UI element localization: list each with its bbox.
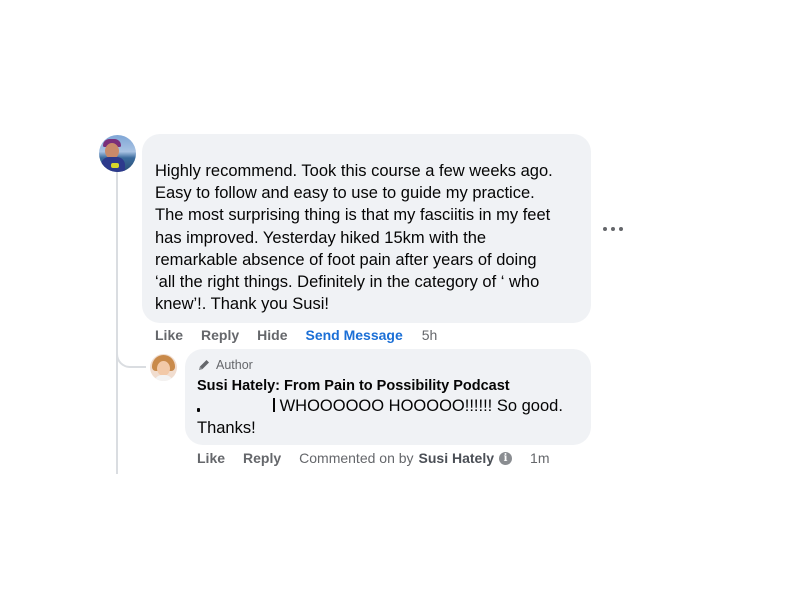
reply-actions: Like Reply Commented on by Susi Hately i… (197, 449, 549, 467)
reply-button[interactable]: Reply (201, 327, 239, 343)
dot (619, 227, 623, 231)
like-button[interactable]: Like (155, 327, 183, 343)
dot (611, 227, 615, 231)
comment-bubble: Highly recommend. Took this course a few… (142, 134, 591, 323)
comment-actions: Like Reply Hide Send Message 5h (155, 326, 437, 344)
commented-on-by-label: Commented on by (299, 450, 414, 466)
reply-bubble: Author Susi Hately: From Pain to Possibi… (185, 349, 591, 445)
comment-thread: Highly recommend. Took this course a few… (0, 0, 800, 600)
send-message-button[interactable]: Send Message (305, 327, 402, 343)
dot (603, 227, 607, 231)
reply-timestamp[interactable]: 1m (530, 450, 549, 466)
avatar-badge-shape (111, 163, 119, 168)
info-icon[interactable]: i (499, 451, 513, 465)
thread-connector-line (116, 172, 118, 474)
avatar-body-shape (154, 375, 173, 381)
reply-text-main: WHOOOOOO HOOOOO!!!!!! So good. (279, 397, 563, 415)
avatar-face-shape (157, 361, 170, 376)
reply-text: WHOOOOOO HOOOOO!!!!!! So good. Thanks! (197, 395, 579, 439)
reply-like-button[interactable]: Like (197, 450, 225, 466)
reply-author-avatar[interactable] (150, 354, 177, 381)
commenter-avatar[interactable] (99, 135, 136, 172)
commented-by-name[interactable]: Susi Hately (419, 450, 494, 466)
reply-reply-button[interactable]: Reply (243, 450, 281, 466)
thread-connector-curve (116, 352, 146, 368)
reply-text-line2: Thanks! (197, 419, 256, 437)
author-badge: Author (197, 357, 579, 373)
redacted-mention[interactable] (197, 396, 275, 414)
pencil-icon (199, 360, 209, 370)
comment-timestamp[interactable]: 5h (422, 327, 438, 343)
comment-text: Highly recommend. Took this course a few… (155, 162, 553, 314)
reply-author-name[interactable]: Susi Hately: From Pain to Possibility Po… (197, 377, 579, 395)
hide-button[interactable]: Hide (257, 327, 287, 343)
more-options-icon[interactable] (603, 219, 623, 239)
author-badge-label: Author (216, 358, 253, 372)
